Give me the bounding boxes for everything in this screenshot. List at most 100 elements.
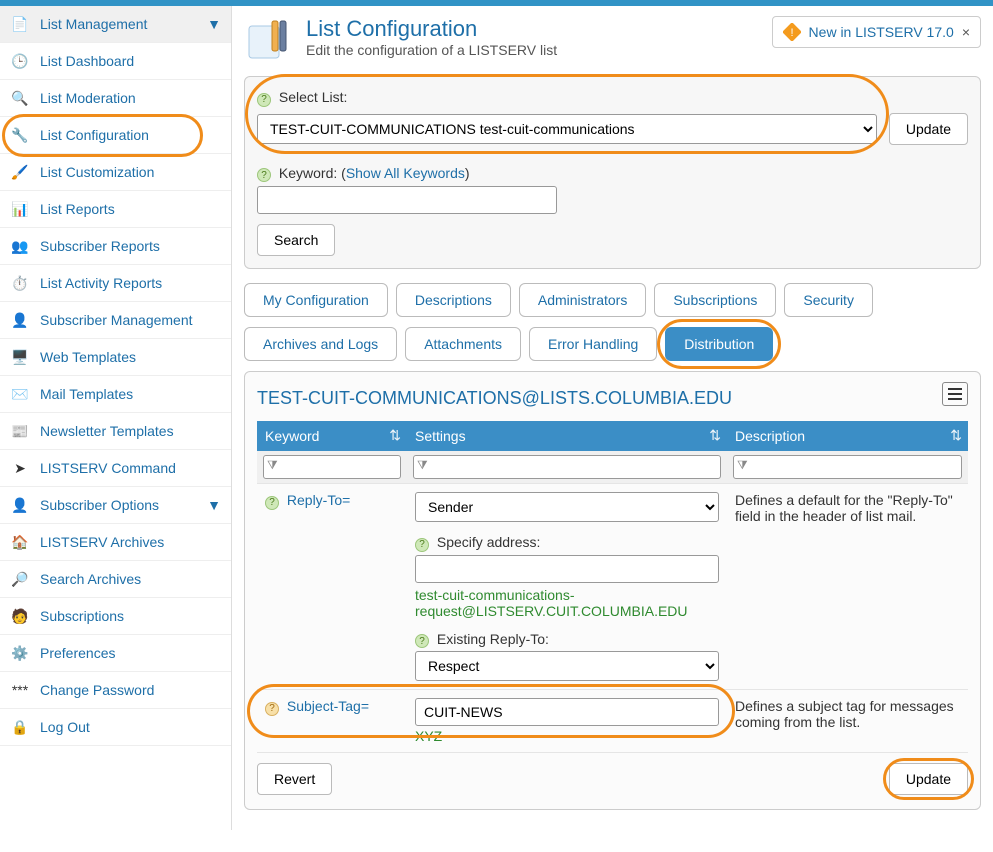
sidebar-item-subscriber-management[interactable]: 👤 Subscriber Management [0, 302, 231, 339]
sidebar-item-label: Web Templates [40, 349, 136, 365]
sidebar-item-list-customization[interactable]: 🖌️List Customization [0, 154, 231, 191]
diamond-alert-icon: ! [783, 23, 801, 41]
keyword-link-reply-to[interactable]: Reply-To= [287, 492, 350, 508]
subject-tag-input[interactable] [415, 698, 719, 726]
search-button[interactable]: Search [257, 224, 335, 256]
sidebar-item-newsletter-templates[interactable]: 📰Newsletter Templates [0, 413, 231, 450]
sidebar-item-label: List Reports [40, 201, 115, 217]
sidebar-item-mail-templates[interactable]: ✉️ Mail Templates [0, 376, 231, 413]
hamburger-icon [947, 387, 963, 401]
show-all-keywords-link[interactable]: Show All Keywords [346, 165, 465, 181]
description-text: Defines a subject tag for messages comin… [727, 690, 968, 753]
tab-distribution[interactable]: Distribution [665, 327, 773, 361]
sidebar-header-list-management[interactable]: 📄 List Management ▼ [0, 6, 231, 43]
keyword-label: Keyword: ( [279, 165, 346, 181]
col-keyword[interactable]: Keyword⇅ [257, 421, 407, 451]
keyword-input[interactable] [257, 186, 557, 214]
existing-reply-to-select[interactable]: Respect [415, 651, 719, 681]
sidebar-item-icon: 🕒 [10, 52, 30, 70]
sidebar-item-change-password[interactable]: *** Change Password [0, 672, 231, 709]
specify-address-label: Specify address: [437, 534, 541, 550]
sidebar-item-icon: 🔎 [10, 570, 30, 588]
existing-reply-to-label: Existing Reply-To: [437, 631, 549, 647]
table-row: ? Reply-To= Sender ? Specify address: te… [257, 484, 968, 690]
sidebar-item-listserv-command[interactable]: ➤LISTSERV Command [0, 450, 231, 487]
sidebar-item-list-moderation[interactable]: 🔍List Moderation [0, 80, 231, 117]
help-icon[interactable]: ? [265, 496, 279, 510]
chevron-down-icon: ▼ [207, 497, 221, 513]
funnel-icon: ⧩ [267, 458, 278, 473]
sidebar-item-listserv-archives[interactable]: 🏠LISTSERV Archives [0, 524, 231, 561]
table-row: ? Subject-Tag= XYZ Defines a subject tag… [257, 690, 968, 753]
help-icon[interactable]: ? [415, 634, 429, 648]
page-icon: 📄 [10, 15, 30, 33]
sidebar-item-list-reports[interactable]: 📊List Reports [0, 191, 231, 228]
settings-table: Keyword⇅ Settings⇅ Description⇅ ⧩ ⧩ ⧩ ? … [257, 421, 968, 753]
sidebar-header-label: List Management [40, 16, 147, 32]
sidebar-item-label: Mail Templates [40, 386, 133, 402]
select-list-dropdown[interactable]: TEST-CUIT-COMMUNICATIONS test-cuit-commu… [257, 114, 877, 144]
select-list-label: Select List: [279, 89, 347, 105]
sidebar-item-subscriber-options[interactable]: 👤Subscriber Options▼ [0, 487, 231, 524]
tab-archives-and-logs[interactable]: Archives and Logs [244, 327, 397, 361]
sidebar-item-label: List Activity Reports [40, 275, 162, 291]
sidebar-item-list-activity-reports[interactable]: ⏱️List Activity Reports [0, 265, 231, 302]
sidebar-item-icon: *** [10, 681, 30, 699]
sidebar-item-list-configuration[interactable]: 🔧List Configuration [0, 117, 231, 154]
card-title: TEST-CUIT-COMMUNICATIONS@LISTS.COLUMBIA.… [257, 382, 968, 421]
col-settings[interactable]: Settings⇅ [407, 421, 727, 451]
tab-security[interactable]: Security [784, 283, 873, 317]
sidebar-item-label: Change Password [40, 682, 154, 698]
sidebar-item-icon: 🔍 [10, 89, 30, 107]
sort-icon: ⇅ [950, 427, 962, 444]
help-icon[interactable]: ? [415, 538, 429, 552]
sidebar-item-label: Newsletter Templates [40, 423, 174, 439]
col-description[interactable]: Description⇅ [727, 421, 968, 451]
help-icon[interactable]: ? [257, 168, 271, 182]
update-button[interactable]: Update [889, 113, 968, 145]
sidebar-item-log-out[interactable]: 🔒Log Out [0, 709, 231, 746]
tab-my-configuration[interactable]: My Configuration [244, 283, 388, 317]
close-icon[interactable]: × [962, 24, 970, 40]
filter-settings[interactable] [413, 455, 721, 479]
current-subject-tag: XYZ [415, 728, 719, 744]
sidebar-item-icon: 👤 [10, 496, 30, 514]
help-icon[interactable]: ? [257, 93, 271, 107]
sidebar-item-search-archives[interactable]: 🔎 Search Archives [0, 561, 231, 598]
tab-attachments[interactable]: Attachments [405, 327, 521, 361]
sort-icon: ⇅ [389, 427, 401, 444]
select-list-panel: ? Select List: TEST-CUIT-COMMUNICATIONS … [244, 76, 981, 269]
sidebar-item-label: Subscriber Reports [40, 238, 160, 254]
filter-description[interactable] [733, 455, 962, 479]
sidebar-item-web-templates[interactable]: 🖥️Web Templates [0, 339, 231, 376]
sidebar-item-label: LISTSERV Archives [40, 534, 164, 550]
specify-address-input[interactable] [415, 555, 719, 583]
reply-to-select[interactable]: Sender [415, 492, 719, 522]
update-card-button[interactable]: Update [889, 763, 968, 795]
sidebar-item-label: Subscriptions [40, 608, 124, 624]
distribution-card: TEST-CUIT-COMMUNICATIONS@LISTS.COLUMBIA.… [244, 371, 981, 810]
whats-new-badge[interactable]: ! New in LISTSERV 17.0 × [772, 16, 981, 48]
sidebar-item-icon: 👤 [10, 311, 30, 329]
sidebar-item-preferences[interactable]: ⚙️Preferences [0, 635, 231, 672]
filter-keyword[interactable] [263, 455, 401, 479]
revert-button[interactable]: Revert [257, 763, 332, 795]
keyword-link-subject-tag[interactable]: Subject-Tag= [287, 698, 369, 714]
sidebar-item-icon: 👥 [10, 237, 30, 255]
sidebar-item-list-dashboard[interactable]: 🕒List Dashboard [0, 43, 231, 80]
sidebar-item-label: LISTSERV Command [40, 460, 176, 476]
chevron-down-icon: ▼ [207, 16, 221, 32]
sidebar-item-icon: ✉️ [10, 385, 30, 403]
sidebar-item-subscriber-reports[interactable]: 👥 Subscriber Reports [0, 228, 231, 265]
svg-text:!: ! [790, 27, 793, 39]
tab-administrators[interactable]: Administrators [519, 283, 646, 317]
sidebar-item-label: Search Archives [40, 571, 141, 587]
card-menu-button[interactable] [942, 382, 968, 406]
sidebar-item-label: Subscriber Management [40, 312, 193, 328]
tab-subscriptions[interactable]: Subscriptions [654, 283, 776, 317]
tab-descriptions[interactable]: Descriptions [396, 283, 511, 317]
funnel-icon: ⧩ [737, 458, 748, 473]
sidebar-item-subscriptions[interactable]: 🧑Subscriptions [0, 598, 231, 635]
tab-error-handling[interactable]: Error Handling [529, 327, 657, 361]
help-icon[interactable]: ? [265, 702, 279, 716]
